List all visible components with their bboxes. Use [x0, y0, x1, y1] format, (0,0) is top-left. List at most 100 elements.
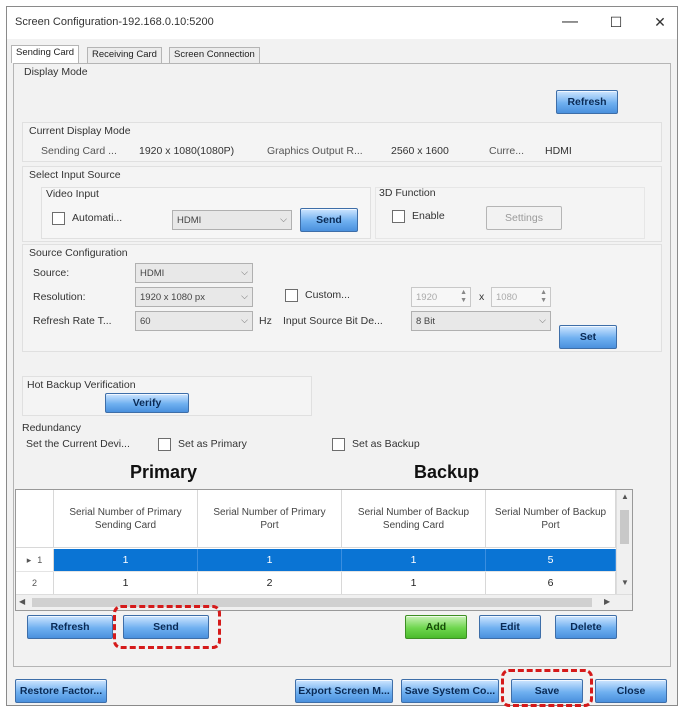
select-input-source-group: Select Input Source Video Input Automati…	[22, 166, 662, 242]
source-select[interactable]: HDMI ⌵	[135, 263, 253, 283]
display-refresh-button[interactable]: Refresh	[556, 90, 618, 114]
scroll-right-icon[interactable]: ▶	[604, 597, 610, 606]
current-input-value: HDMI	[545, 145, 572, 157]
vertical-scroll-thumb[interactable]	[620, 510, 629, 544]
column-header-backup-sending-card[interactable]: Serial Number of Backup Sending Card	[342, 490, 486, 548]
row-index: 1	[37, 555, 43, 565]
restore-factory-button[interactable]: Restore Factor...	[15, 679, 107, 703]
source-configuration-label: Source Configuration	[29, 247, 128, 259]
row-index: 2	[31, 578, 37, 588]
table-cell[interactable]: 1	[198, 549, 342, 571]
hot-backup-group: Hot Backup Verification Verify	[22, 376, 312, 416]
set-primary-label: Set as Primary	[178, 438, 247, 450]
row-selected-marker-icon: ▸	[26, 554, 32, 565]
spinner-arrows-icon[interactable]: ▲ ▼	[540, 289, 547, 305]
custom-resolution-checkbox[interactable]	[285, 289, 298, 302]
table-cell[interactable]: 5	[486, 549, 616, 571]
save-highlight-marker	[501, 669, 593, 707]
chevron-down-icon: ⌵	[241, 315, 248, 325]
table-cell[interactable]: 1	[342, 549, 486, 571]
add-button[interactable]: Add	[405, 615, 467, 639]
set-current-device-label: Set the Current Devi...	[26, 438, 130, 450]
table-cell[interactable]: 6	[486, 572, 616, 594]
video-input-send-button[interactable]: Send	[300, 208, 358, 232]
redundancy-label: Redundancy	[22, 422, 81, 434]
screen-configuration-window: Screen Configuration-192.168.0.10:5200 —…	[6, 6, 678, 707]
scroll-up-icon[interactable]: ▲	[621, 492, 629, 501]
row-header-corner	[16, 490, 54, 548]
video-input-select[interactable]: HDMI ⌵	[172, 210, 292, 230]
enable-3d-checkbox[interactable]	[392, 210, 405, 223]
display-mode-label: Display Mode	[24, 66, 88, 78]
primary-heading: Primary	[130, 462, 198, 482]
video-input-label: Video Input	[46, 188, 99, 200]
table-cell[interactable]: 2	[198, 572, 342, 594]
vertical-scrollbar[interactable]: ▲ ▼	[616, 490, 632, 594]
set-backup-label: Set as Backup	[352, 438, 420, 450]
save-system-config-button[interactable]: Save System Co...	[401, 679, 499, 703]
source-set-button[interactable]: Set	[559, 325, 617, 349]
edit-button[interactable]: Edit	[479, 615, 541, 639]
graphics-output-label: Graphics Output R...	[267, 145, 363, 157]
custom-width-input[interactable]: 1920 ▲ ▼	[411, 287, 471, 307]
export-screen-button[interactable]: Export Screen M...	[295, 679, 393, 703]
table-row[interactable]: ▸ 1 1 1 1 5	[16, 549, 616, 571]
window-title: Screen Configuration-192.168.0.10:5200	[15, 16, 214, 28]
horizontal-scrollbar[interactable]: ◀ ▶	[16, 594, 632, 610]
source-select-value: HDMI	[140, 267, 165, 279]
bit-depth-label: Input Source Bit De...	[283, 315, 383, 327]
verify-button[interactable]: Verify	[105, 393, 189, 413]
video-input-group: Video Input Automati... HDMI ⌵ Send	[41, 187, 371, 239]
scroll-down-icon[interactable]: ▼	[621, 578, 629, 587]
custom-height-input[interactable]: 1080 ▲ ▼	[491, 287, 551, 307]
source-label: Source:	[33, 267, 70, 279]
maximize-icon[interactable]: ☐	[601, 11, 631, 33]
spinner-arrows-icon[interactable]: ▲ ▼	[460, 289, 467, 305]
chevron-down-icon: ⌵	[280, 214, 287, 224]
hot-backup-label: Hot Backup Verification	[27, 379, 136, 391]
tab-sending-card[interactable]: Sending Card	[11, 45, 80, 63]
refresh-rate-select[interactable]: 60 ⌵	[135, 311, 253, 331]
title-bar: Screen Configuration-192.168.0.10:5200 —…	[7, 7, 677, 39]
current-display-mode-label: Current Display Mode	[29, 125, 131, 137]
table-cell[interactable]: 1	[54, 549, 198, 571]
delete-button[interactable]: Delete	[555, 615, 617, 639]
chevron-down-icon: ⌵	[539, 315, 546, 325]
set-backup-checkbox[interactable]	[332, 438, 345, 451]
tab-screen-connection[interactable]: Screen Connection	[169, 47, 260, 63]
custom-width-value: 1920	[416, 291, 438, 303]
minimize-icon[interactable]: —	[555, 11, 585, 33]
current-display-mode-group: Current Display Mode Sending Card ... 19…	[22, 122, 662, 162]
column-header-backup-port[interactable]: Serial Number of Backup Port	[486, 490, 616, 548]
close-icon[interactable]: ✕	[645, 11, 675, 33]
sending-card-value: 1920 x 1080(1080P)	[139, 145, 235, 157]
resolution-select[interactable]: 1920 x 1080 px ⌵	[135, 287, 253, 307]
refresh-rate-select-value: 60	[140, 315, 151, 327]
bit-depth-select[interactable]: 8 Bit ⌵	[411, 311, 551, 331]
close-button[interactable]: Close	[595, 679, 667, 703]
chevron-down-icon: ⌵	[241, 291, 248, 301]
resolution-select-value: 1920 x 1080 px	[140, 291, 205, 303]
column-header-primary-sending-card[interactable]: Serial Number of Primary Sending Card	[54, 490, 198, 548]
table-cell[interactable]: 1	[342, 572, 486, 594]
video-input-select-value: HDMI	[177, 214, 202, 226]
column-header-primary-port[interactable]: Serial Number of Primary Port	[198, 490, 342, 548]
table-row[interactable]: 2 1 2 1 6	[16, 571, 616, 594]
bit-depth-select-value: 8 Bit	[416, 315, 436, 327]
set-primary-checkbox[interactable]	[158, 438, 171, 451]
row-header: ▸ 1	[16, 549, 54, 571]
row-header: 2	[16, 572, 54, 594]
backup-heading: Backup	[414, 462, 480, 482]
custom-height-value: 1080	[496, 291, 518, 303]
tab-receiving-card[interactable]: Receiving Card	[87, 47, 162, 63]
redundancy-refresh-button[interactable]: Refresh	[27, 615, 113, 639]
enable-3d-label: Enable	[412, 210, 445, 222]
send-highlight-marker	[113, 605, 221, 649]
automatic-checkbox[interactable]	[52, 212, 65, 225]
table-cell[interactable]: 1	[54, 572, 198, 594]
hz-label: Hz	[259, 315, 272, 327]
scroll-left-icon[interactable]: ◀	[19, 597, 25, 606]
chevron-down-icon: ⌵	[241, 267, 248, 277]
3d-settings-button[interactable]: Settings	[486, 206, 562, 230]
custom-resolution-label: Custom...	[305, 289, 350, 301]
